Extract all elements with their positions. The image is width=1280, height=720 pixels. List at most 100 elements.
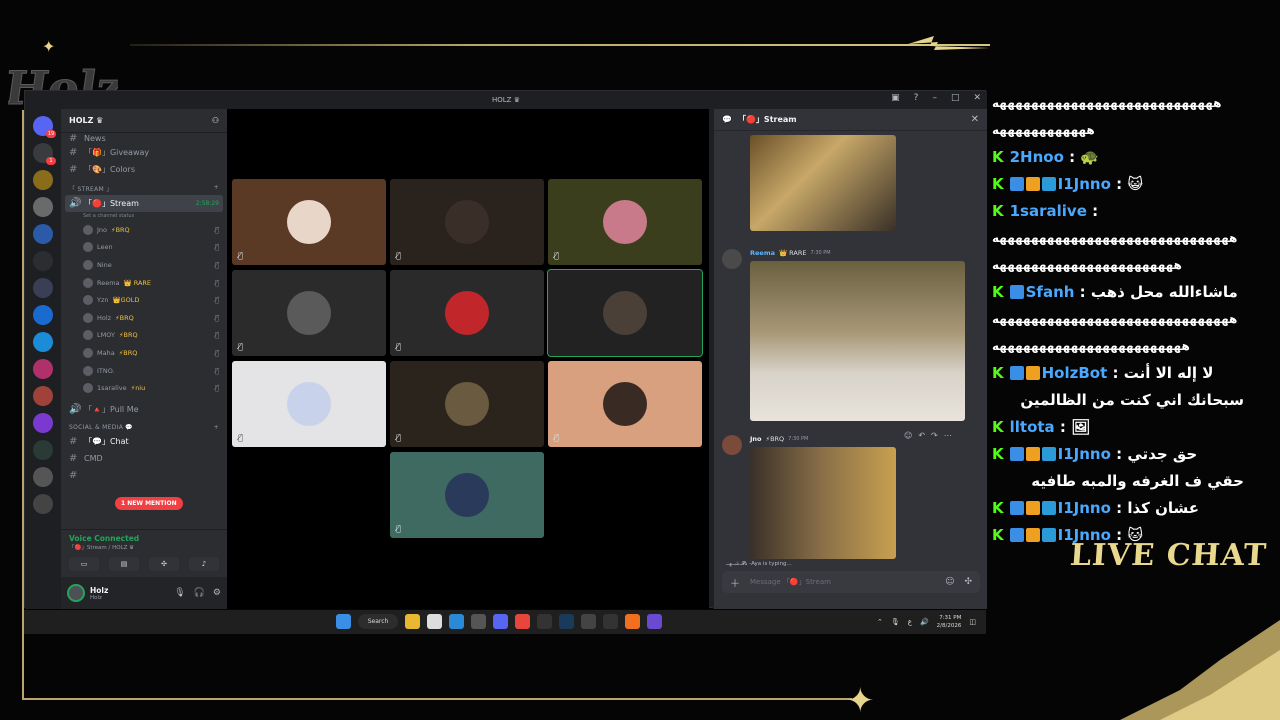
attachment-image[interactable] bbox=[750, 447, 896, 559]
voice-user[interactable]: 1saralive ⚡niu 🎙̸ bbox=[61, 379, 227, 397]
participant-tile-speaking[interactable] bbox=[547, 269, 703, 357]
file-explorer-icon[interactable] bbox=[405, 614, 420, 629]
participant-tile[interactable]: 🎙̸ bbox=[390, 452, 544, 538]
voice-user[interactable]: Leen 🎙̸ bbox=[61, 239, 227, 257]
obs-icon[interactable] bbox=[537, 614, 552, 629]
category-stream[interactable]: 「 STREAM 」 + bbox=[61, 178, 227, 195]
participant-tile[interactable]: 🎙̸ bbox=[390, 270, 544, 356]
author-name[interactable]: Jno bbox=[750, 435, 762, 443]
camera-button[interactable]: ▭ bbox=[69, 557, 99, 571]
chrome-icon[interactable] bbox=[515, 614, 530, 629]
participant-tile[interactable]: 🎙̸ bbox=[232, 179, 386, 265]
app-icon[interactable] bbox=[647, 614, 662, 629]
attachment-image[interactable] bbox=[750, 261, 965, 421]
category-social[interactable]: SOCIAL & MEDIA 💬 + bbox=[61, 418, 227, 433]
search-button[interactable]: Search bbox=[358, 614, 398, 629]
voice-user[interactable]: Jno ⚡BRQ 🎙̸ bbox=[61, 221, 227, 239]
edge-icon[interactable] bbox=[449, 614, 464, 629]
voice-user[interactable]: Nine 🎙̸ bbox=[61, 256, 227, 274]
reaction-icon[interactable]: ☺ bbox=[904, 431, 912, 440]
microphone-icon[interactable]: 🎙 bbox=[891, 618, 900, 626]
channel-stream[interactable]: 🔊 「🔴」Stream 2:58:29 bbox=[65, 195, 223, 212]
maximize-button[interactable]: □ bbox=[951, 93, 960, 103]
channel-hidden[interactable]: # bbox=[61, 467, 227, 484]
server-icon[interactable] bbox=[33, 494, 53, 514]
server-icon[interactable] bbox=[33, 224, 53, 244]
avatar[interactable] bbox=[722, 249, 742, 269]
direct-messages-icon[interactable]: 19 bbox=[33, 116, 56, 138]
voice-connected-title[interactable]: Voice Connected bbox=[69, 534, 219, 543]
channel-news[interactable]: # News bbox=[61, 133, 227, 144]
channel-cmd[interactable]: # CMD bbox=[61, 450, 227, 467]
server-icon[interactable] bbox=[33, 413, 53, 433]
server-icon[interactable] bbox=[33, 197, 53, 217]
microphone-icon[interactable]: 🎙 bbox=[174, 588, 185, 598]
close-button[interactable]: ✕ bbox=[973, 93, 981, 103]
participant-tile[interactable]: 🎙̸ bbox=[390, 179, 544, 265]
discord-icon[interactable] bbox=[493, 614, 508, 629]
settings-icon[interactable]: ⚙ bbox=[213, 588, 221, 598]
invite-icon[interactable]: ⚇ bbox=[212, 116, 219, 125]
voice-user[interactable]: Holz ⚡BRQ 🎙̸ bbox=[61, 309, 227, 327]
app-icon[interactable] bbox=[625, 614, 640, 629]
apps-icon[interactable]: ✣ bbox=[964, 577, 972, 587]
avatar[interactable] bbox=[67, 584, 85, 602]
server-icon[interactable] bbox=[33, 170, 53, 190]
participant-tile[interactable]: 🎙̸ bbox=[548, 361, 702, 447]
emoji-icon[interactable]: ☺ bbox=[945, 577, 954, 587]
forward-icon[interactable]: ↷ bbox=[931, 431, 938, 440]
store-icon[interactable] bbox=[427, 614, 442, 629]
voice-user[interactable]: LMOY ⚡BRQ 🎙̸ bbox=[61, 327, 227, 345]
more-icon[interactable]: ⋯ bbox=[944, 431, 952, 440]
channel-giveaway[interactable]: # 「🎁」Giveaway bbox=[61, 144, 227, 161]
participant-tile[interactable]: 🎙̸ bbox=[390, 361, 544, 447]
attachment-image[interactable] bbox=[750, 135, 896, 231]
app-icon[interactable] bbox=[471, 614, 486, 629]
server-icon[interactable] bbox=[33, 440, 53, 460]
participant-tile[interactable]: 🎙̸ bbox=[232, 270, 386, 356]
channel-pull-me[interactable]: 🔊 「🔺」Pull Me bbox=[61, 401, 227, 418]
help-icon[interactable]: ? bbox=[914, 93, 919, 103]
language-indicator[interactable]: ع bbox=[908, 618, 912, 626]
channel-chat[interactable]: # 「💬」Chat bbox=[61, 433, 227, 450]
app-icon[interactable] bbox=[581, 614, 596, 629]
screen-share-button[interactable]: ▤ bbox=[109, 557, 139, 571]
avatar[interactable] bbox=[722, 435, 742, 455]
server-icon[interactable] bbox=[33, 386, 53, 406]
reply-icon[interactable]: ↶ bbox=[918, 431, 925, 440]
inbox-icon[interactable]: ▣ bbox=[891, 93, 900, 103]
channel-status[interactable]: Set a channel status bbox=[61, 212, 227, 221]
soundboard-button[interactable]: ♪ bbox=[189, 557, 219, 571]
server-icon[interactable] bbox=[33, 251, 53, 271]
voice-user[interactable]: Yzn 👑GOLD 🎙̸ bbox=[61, 291, 227, 309]
activities-button[interactable]: ✣ bbox=[149, 557, 179, 571]
server-icon[interactable] bbox=[33, 332, 53, 352]
app-icon[interactable] bbox=[603, 614, 618, 629]
server-header[interactable]: HOLZ ♛ ⚇ bbox=[61, 109, 227, 133]
steam-icon[interactable] bbox=[559, 614, 574, 629]
author-name[interactable]: Reema bbox=[750, 249, 775, 257]
voice-user[interactable]: ITNO. 🎙̸ bbox=[61, 362, 227, 380]
channel-colors[interactable]: # 「🎨」Colors bbox=[61, 161, 227, 178]
chevron-up-icon[interactable]: ⌃ bbox=[877, 618, 883, 626]
notification-icon[interactable]: ◫ bbox=[969, 618, 976, 626]
voice-user[interactable]: Maha ⚡BRQ 🎙̸ bbox=[61, 344, 227, 362]
server-icon[interactable] bbox=[33, 467, 53, 487]
close-icon[interactable]: ✕ bbox=[971, 114, 979, 125]
server-icon[interactable] bbox=[33, 305, 53, 325]
start-icon[interactable] bbox=[336, 614, 351, 629]
headphones-icon[interactable]: 🎧 bbox=[194, 588, 205, 598]
server-icon[interactable] bbox=[33, 359, 53, 379]
volume-icon[interactable]: 🔊 bbox=[920, 618, 929, 626]
server-icon-holz[interactable]: 1 bbox=[33, 143, 56, 165]
participant-tile[interactable]: 🎙̸ bbox=[548, 179, 702, 265]
minimize-button[interactable]: – bbox=[932, 93, 937, 103]
server-icon[interactable] bbox=[33, 278, 53, 298]
message-composer[interactable]: ＋ Message 「🔴」Stream ☺ ✣ bbox=[722, 571, 980, 593]
clock[interactable]: 7:31 PM 2/8/2026 bbox=[937, 614, 962, 630]
add-attachment-icon[interactable]: ＋ bbox=[730, 575, 740, 590]
user-panel: Holz Holz 🎙 🎧 ⚙ bbox=[61, 577, 227, 609]
voice-user[interactable]: Reema 👑 RARE 🎙̸ bbox=[61, 274, 227, 292]
participant-tile[interactable]: 🎙̸ bbox=[232, 361, 386, 447]
new-mention-badge[interactable]: 1 NEW MENTION bbox=[115, 497, 183, 510]
